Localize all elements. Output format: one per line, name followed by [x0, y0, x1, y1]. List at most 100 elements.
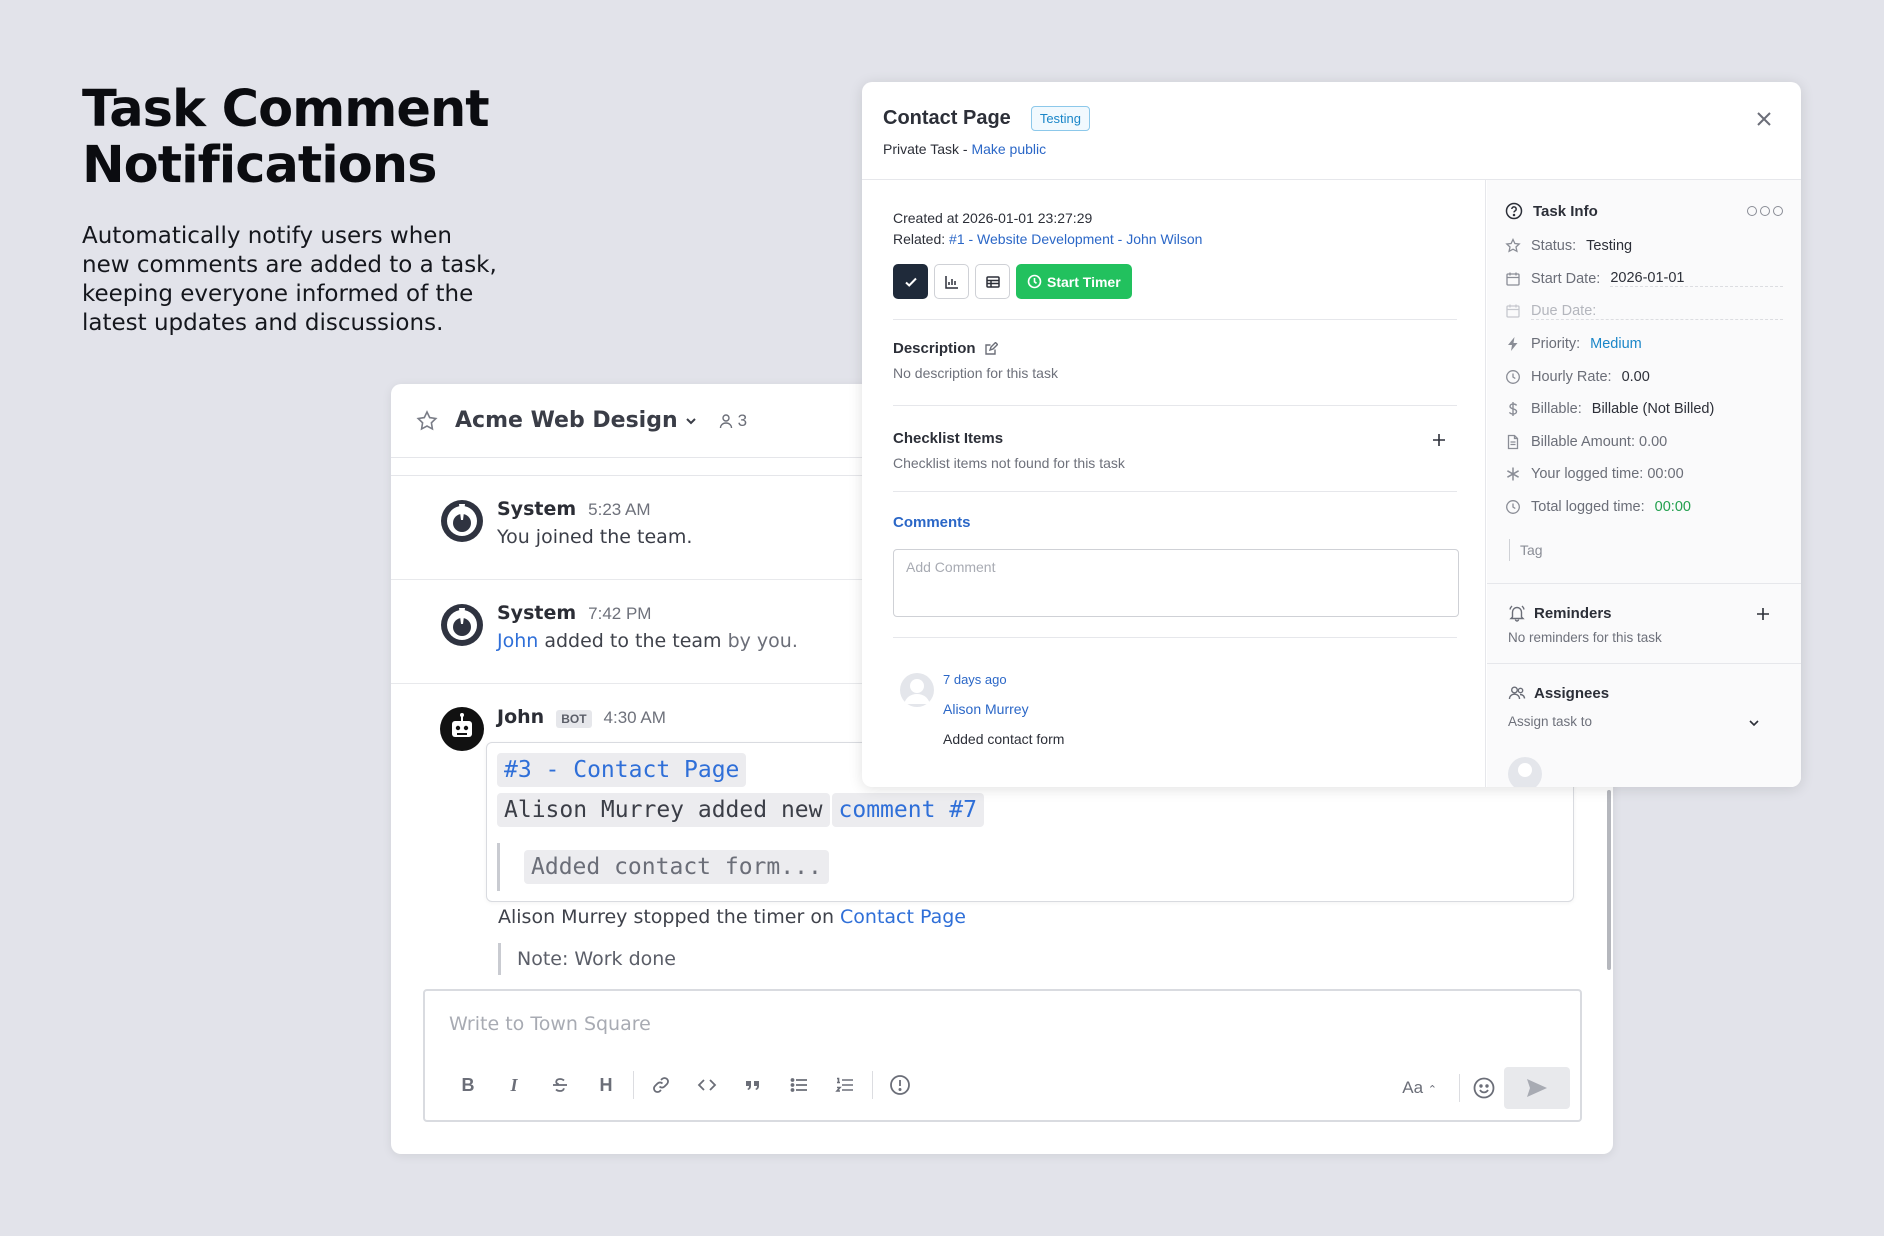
task-privacy: Private Task - Make public: [883, 141, 1780, 157]
users-icon: [1508, 686, 1526, 700]
card-comment-row: Alison Murrey added new comment #7: [497, 793, 984, 827]
comment-quote: Added contact form...: [524, 850, 829, 884]
related-link[interactable]: #1 - Website Development - John Wilson: [949, 231, 1202, 247]
hourly-rate-value: 0.00: [1621, 368, 1650, 385]
info-billable: Billable: Billable (Not Billed): [1487, 393, 1801, 426]
make-public-link[interactable]: Make public: [971, 141, 1046, 157]
emoji-icon[interactable]: [1472, 1076, 1496, 1100]
task-detail-panel: Contact Page Testing Private Task - Make…: [862, 82, 1801, 787]
created-at: Created at 2026-01-01 23:27:29: [893, 210, 1093, 226]
sender-name[interactable]: System: [497, 498, 576, 520]
info-status[interactable]: Status: Testing: [1487, 230, 1801, 263]
comment-body: Added contact form: [943, 731, 1065, 747]
member-count[interactable]: 3: [718, 411, 747, 431]
description-title: Description: [893, 340, 1457, 357]
timer-message: Alison Murrey stopped the timer on Conta…: [498, 906, 966, 928]
description-section: Description No description for this task: [893, 319, 1457, 405]
assign-task-select[interactable]: Assign task to: [1508, 714, 1781, 729]
close-icon[interactable]: [1753, 108, 1775, 130]
info-priority[interactable]: Priority: Medium: [1487, 328, 1801, 361]
info-your-time: Your logged time: 00:00: [1487, 458, 1801, 491]
sender-name[interactable]: System: [497, 602, 576, 624]
composer-actions: Aa ⌃: [1392, 1067, 1570, 1109]
edit-icon[interactable]: [984, 341, 998, 356]
heading-button[interactable]: H: [583, 1067, 629, 1103]
bullet-list-icon: [790, 1078, 807, 1092]
numbered-list-button[interactable]: [822, 1067, 868, 1103]
comment-author[interactable]: Alison Murrey: [943, 701, 1457, 717]
table-icon: [985, 275, 1000, 288]
info-start-date[interactable]: Start Date: 2026-01-01: [1487, 263, 1801, 296]
timesheet-button[interactable]: [975, 264, 1010, 299]
billable-amount-label: Billable Amount: 0.00: [1531, 433, 1668, 450]
priority-button[interactable]: [877, 1067, 923, 1103]
message-time: 5:23 AM: [588, 500, 651, 519]
link-button[interactable]: [638, 1067, 684, 1103]
message-text-strong: joined the team.: [535, 526, 693, 548]
member-icon: [719, 413, 732, 428]
plus-icon[interactable]: [1431, 432, 1447, 448]
comment-link[interactable]: comment #7: [831, 793, 984, 827]
more-options-icon[interactable]: [1747, 206, 1783, 216]
message-text-post: by you.: [721, 630, 798, 652]
strikethrough-button[interactable]: [537, 1067, 583, 1103]
format-toolbar: B I H: [445, 1067, 923, 1103]
priority-value: Medium: [1590, 336, 1642, 353]
status-label: Status:: [1531, 238, 1577, 255]
mark-complete-button[interactable]: [893, 264, 928, 299]
start-timer-button[interactable]: Start Timer: [1016, 264, 1132, 299]
bolt-icon: [1508, 337, 1518, 352]
quote-icon: [746, 1081, 759, 1090]
reminders-title-text: Reminders: [1534, 604, 1612, 622]
description-empty: No description for this task: [893, 365, 1058, 381]
statistics-button[interactable]: [934, 264, 969, 299]
assign-placeholder: Assign task to: [1508, 714, 1593, 730]
bot-avatar-icon: [440, 707, 484, 751]
toolbar-divider: [633, 1071, 634, 1099]
hero-title-line1: Task Comment: [82, 80, 490, 139]
bullet-list-button[interactable]: [776, 1067, 822, 1103]
send-button[interactable]: [1504, 1067, 1570, 1109]
tag-input[interactable]: Tag: [1509, 539, 1801, 562]
task-actions: Start Timer: [893, 264, 1457, 299]
sender-name[interactable]: John: [497, 706, 544, 728]
chat-scrollbar[interactable]: [1607, 790, 1611, 970]
user-link[interactable]: John: [497, 630, 538, 652]
chart-icon: [944, 275, 958, 289]
format-toggle-button[interactable]: Aa ⌃: [1392, 1078, 1447, 1098]
quote-button[interactable]: [730, 1067, 776, 1103]
comments-title: Comments: [893, 514, 971, 531]
composer-input[interactable]: Write to Town Square: [449, 1013, 651, 1035]
contact-page-link[interactable]: Contact Page: [840, 906, 966, 928]
chevron-down-icon[interactable]: [684, 414, 698, 428]
star-icon[interactable]: [415, 409, 439, 433]
task-link[interactable]: #3 - Contact Page: [497, 753, 747, 787]
code-button[interactable]: [684, 1067, 730, 1103]
related-label: Related:: [893, 231, 950, 247]
check-icon: [904, 277, 917, 287]
message-composer[interactable]: Write to Town Square B I H Aa ⌃: [423, 989, 1582, 1122]
task-title-row: Contact Page Testing: [883, 106, 1780, 131]
comment-time[interactable]: 7 days ago: [943, 672, 1457, 687]
add-comment-input[interactable]: Add Comment: [893, 549, 1459, 617]
task-sidebar: Task Info Status: Testing Start Date: 2026…: [1487, 180, 1801, 787]
system-avatar-icon: [441, 500, 483, 542]
info-due-date[interactable]: Due Date:: [1487, 295, 1801, 328]
info-billable-amount: Billable Amount: 0.00: [1487, 426, 1801, 459]
comment-notice: Alison Murrey added new: [497, 793, 830, 827]
numbered-list-icon: [835, 1077, 853, 1092]
team-name[interactable]: Acme Web Design: [455, 408, 678, 433]
card-quote: Added contact form...: [497, 843, 829, 891]
clock-icon: [1506, 369, 1520, 384]
star-icon: [1505, 238, 1521, 253]
message-time: 7:42 PM: [588, 604, 652, 623]
bold-button[interactable]: B: [445, 1067, 491, 1103]
asterisk-icon: [1507, 467, 1519, 481]
alert-circle-icon: [890, 1075, 910, 1095]
member-count-value: 3: [737, 410, 748, 430]
info-hourly-rate: Hourly Rate: 0.00: [1487, 360, 1801, 393]
plus-icon[interactable]: [1755, 606, 1771, 622]
italic-button[interactable]: I: [491, 1067, 537, 1103]
due-date-label: Due Date:: [1531, 303, 1783, 320]
priority-label: Priority:: [1531, 336, 1581, 353]
